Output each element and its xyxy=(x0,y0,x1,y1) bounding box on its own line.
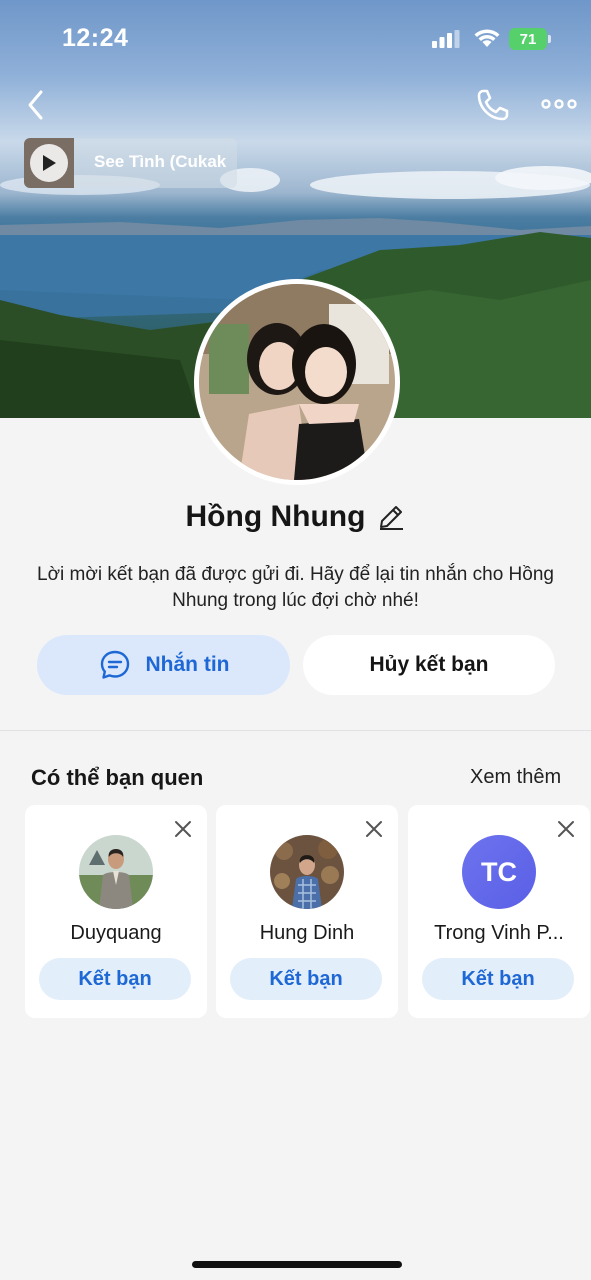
suggestion-name: Duyquang xyxy=(70,922,162,944)
friend-request-message: Lời mời kết bạn đã được gửi đi. Hãy để l… xyxy=(37,564,554,611)
avatar xyxy=(79,835,153,909)
profile-avatar[interactable] xyxy=(194,279,400,485)
suggestion-card[interactable]: Hung Dinh Kết bạn xyxy=(216,805,398,1018)
message-button-label: Nhắn tin xyxy=(145,653,230,676)
profile-music-chip[interactable]: See Tình (Cukak xyxy=(24,138,237,188)
music-title: See Tình (Cukak xyxy=(94,152,227,171)
music-thumbnail xyxy=(24,138,74,188)
add-friend-button[interactable]: Kết bạn xyxy=(230,958,382,1000)
suggestion-name: Hung Dinh xyxy=(259,922,355,944)
battery-level: 71 xyxy=(519,30,537,48)
more-options-icon[interactable] xyxy=(540,92,578,116)
add-friend-button[interactable]: Kết bạn xyxy=(422,958,574,1000)
add-friend-button[interactable]: Kết bạn xyxy=(39,958,191,1000)
section-divider xyxy=(0,730,591,731)
chat-bubble-icon xyxy=(100,650,129,679)
battery-icon: 71 xyxy=(509,28,551,50)
suggestion-card[interactable]: TC Trong Vinh P... Kết bạn xyxy=(408,805,590,1018)
signal-icon xyxy=(432,30,460,48)
message-button[interactable]: Nhắn tin xyxy=(37,635,290,695)
avatar-initials: TC xyxy=(462,835,536,909)
play-icon[interactable] xyxy=(30,144,68,182)
close-icon[interactable] xyxy=(364,819,384,839)
close-icon[interactable] xyxy=(556,819,576,839)
suggestion-name: Trong Vinh P... xyxy=(434,922,564,944)
see-more-link[interactable]: Xem thêm xyxy=(470,766,561,789)
cancel-friend-button[interactable]: Hủy kết bạn xyxy=(303,635,555,695)
back-icon[interactable] xyxy=(22,88,52,122)
profile-name-row: Hồng Nhung xyxy=(0,500,591,534)
home-indicator[interactable] xyxy=(192,1261,402,1268)
suggestion-card[interactable]: Duyquang Kết bạn xyxy=(25,805,207,1018)
avatar xyxy=(270,835,344,909)
phone-icon[interactable] xyxy=(474,86,512,124)
avatar-initials-text: TC xyxy=(481,856,517,887)
suggestions-title: Có thể bạn quen xyxy=(31,765,204,790)
status-time: 12:24 xyxy=(62,24,129,52)
close-icon[interactable] xyxy=(173,819,193,839)
status-bar: 12:24 71 xyxy=(0,0,591,80)
avatar-photo xyxy=(199,284,395,480)
cancel-friend-label: Hủy kết bạn xyxy=(369,653,489,676)
profile-name: Hồng Nhung xyxy=(185,500,366,533)
edit-pencil-icon[interactable] xyxy=(377,503,405,531)
wifi-icon xyxy=(474,29,500,47)
